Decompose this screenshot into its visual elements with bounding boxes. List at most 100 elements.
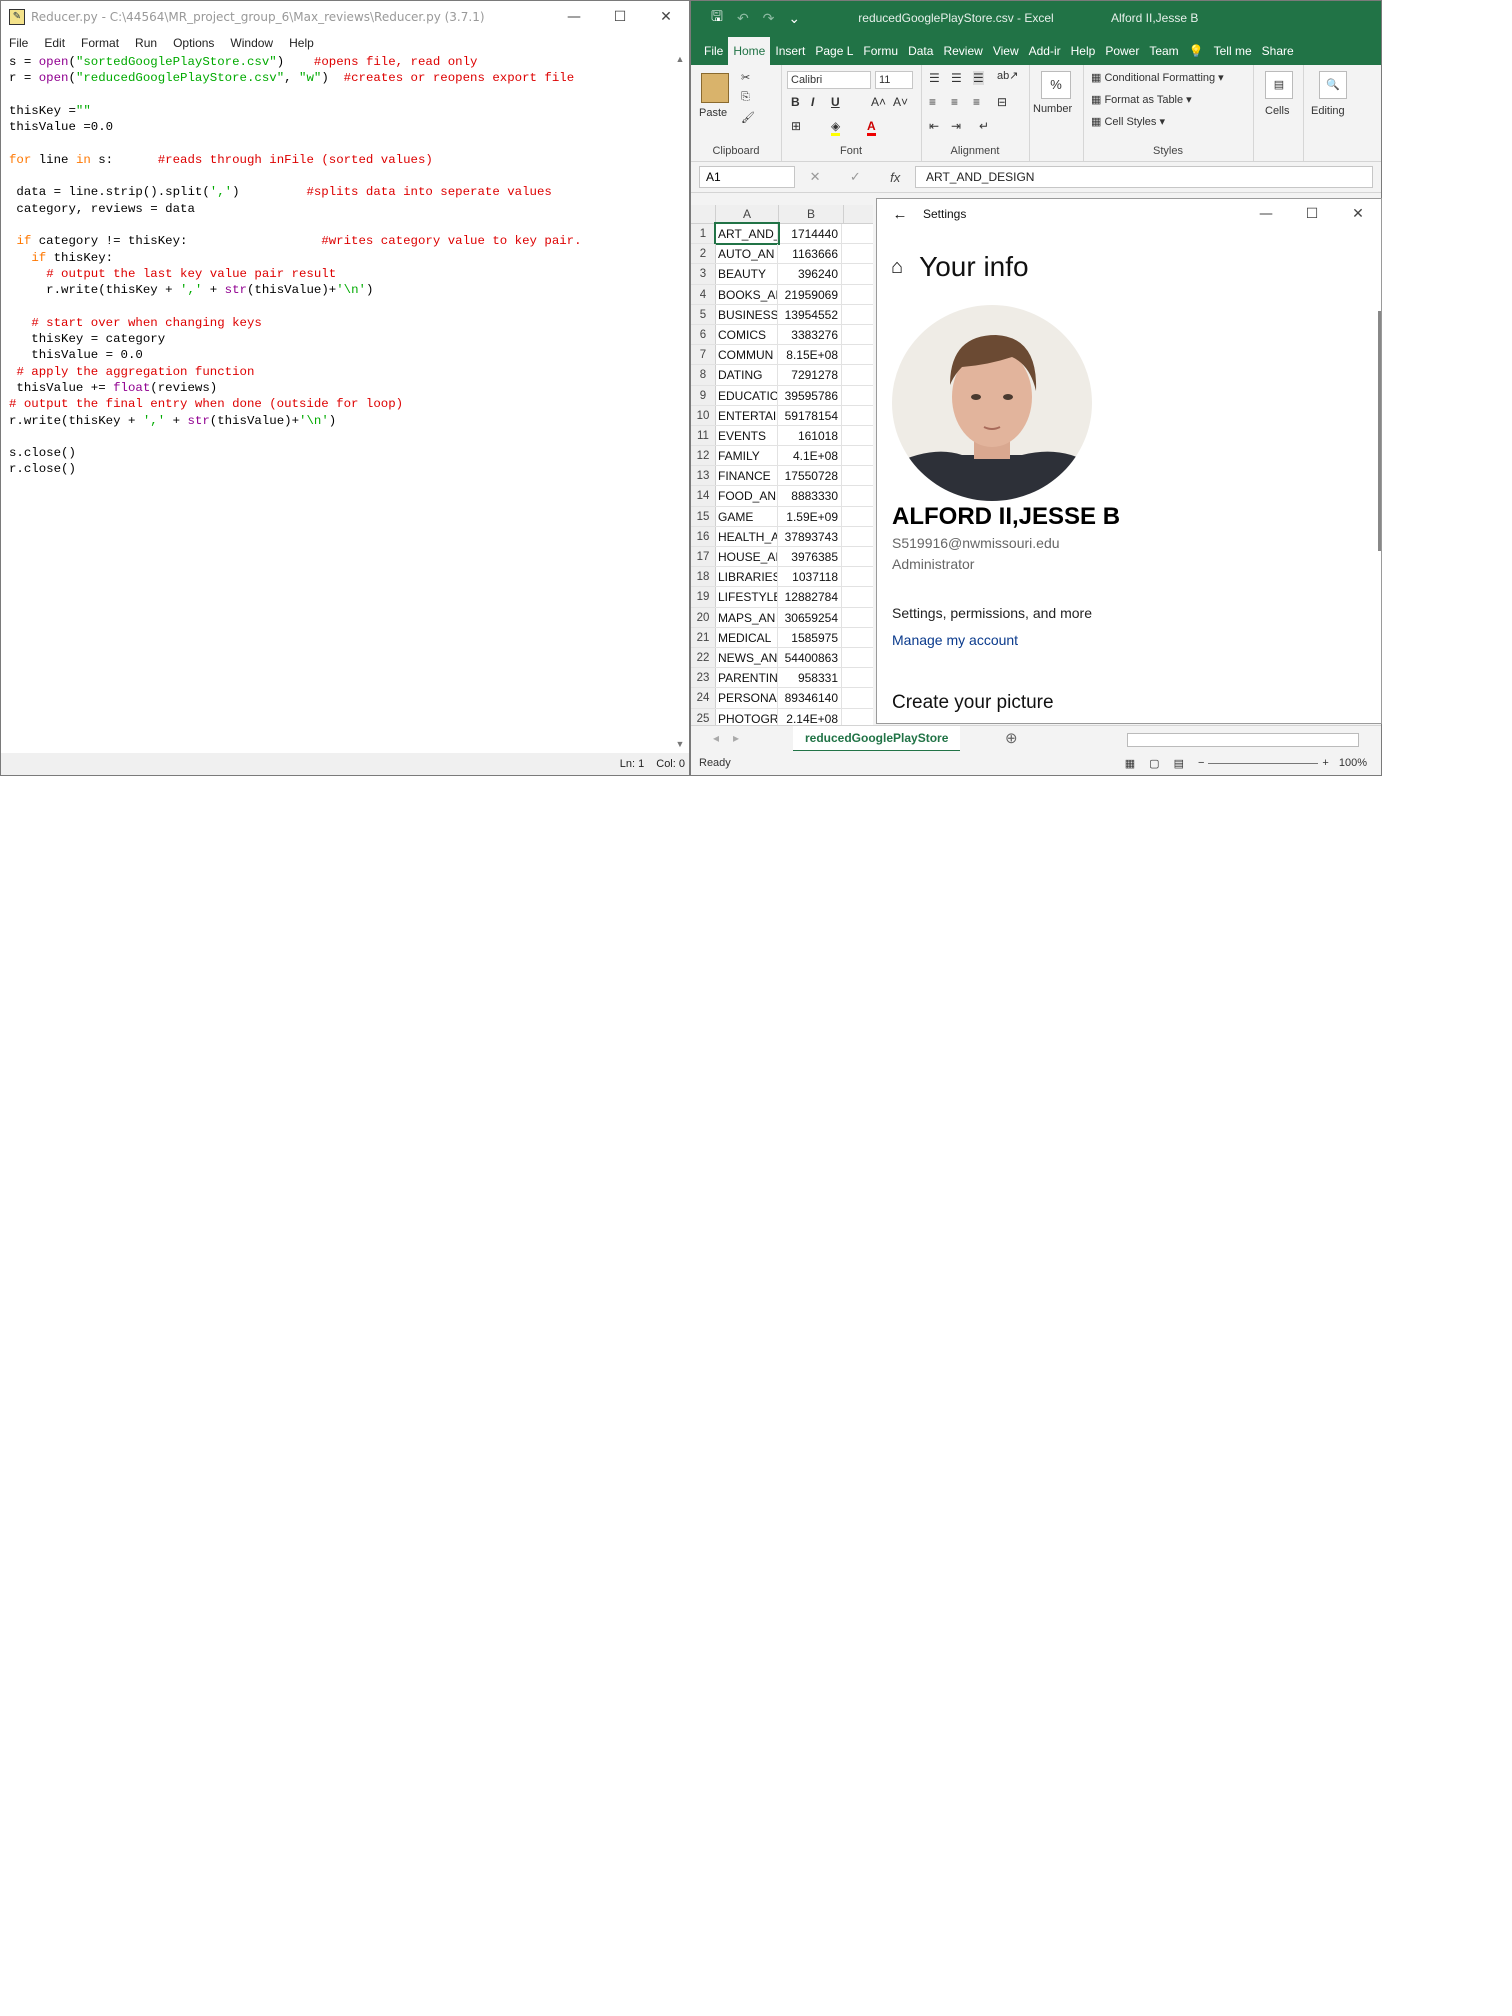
cell-reviews[interactable]: 3976385 [778, 547, 842, 567]
cell-reviews[interactable]: 8.15E+08 [778, 345, 842, 365]
manage-account-link[interactable]: Manage my account [892, 632, 1018, 648]
cell-reviews[interactable]: 396240 [778, 264, 842, 284]
cell-category[interactable]: BUSINESS [716, 304, 778, 324]
font-size-select[interactable]: 11 [875, 71, 913, 89]
zoom-in-icon[interactable]: + [1322, 757, 1328, 769]
cell-reviews[interactable]: 17550728 [778, 466, 842, 486]
undo-icon[interactable]: ↶ [737, 10, 749, 27]
menu-file[interactable]: File [9, 36, 28, 50]
settings-close-button[interactable]: ✕ [1335, 199, 1381, 230]
row-number[interactable]: 21 [691, 627, 716, 647]
close-button[interactable]: ✕ [643, 1, 689, 33]
code-editor[interactable]: s = open("sortedGooglePlayStore.csv") #o… [9, 54, 669, 753]
redo-icon[interactable]: ↷ [763, 10, 775, 27]
cell-category[interactable]: PERSONAI [716, 688, 778, 708]
cells-button[interactable]: Cells [1265, 105, 1289, 117]
enter-icon[interactable]: ✓ [850, 169, 861, 185]
cell-reviews[interactable]: 1714440 [778, 224, 842, 244]
formula-input[interactable]: ART_AND_DESIGN [915, 166, 1373, 188]
save-icon[interactable]: 🖫 [711, 6, 723, 30]
cell-reviews[interactable]: 1163666 [778, 244, 842, 264]
page-layout-view-icon[interactable]: ▢ [1149, 757, 1159, 770]
tab-power[interactable]: Power [1100, 44, 1144, 65]
normal-view-icon[interactable]: ▦ [1125, 757, 1135, 770]
cell-styles-button[interactable]: ▦ Cell Styles ▾ [1091, 115, 1165, 128]
page-break-view-icon[interactable]: ▤ [1174, 757, 1184, 770]
conditional-formatting-button[interactable]: ▦ Conditional Formatting ▾ [1091, 71, 1224, 84]
row-number[interactable]: 5 [691, 304, 716, 324]
column-header-a[interactable]: A [716, 205, 779, 223]
cell-reviews[interactable]: 54400863 [778, 647, 842, 668]
row-number[interactable]: 3 [691, 264, 716, 284]
scroll-up-icon[interactable]: ▲ [673, 54, 687, 68]
decrease-indent-icon[interactable]: ⇤ [929, 119, 939, 133]
row-number[interactable]: 23 [691, 668, 716, 688]
italic-icon[interactable]: I [811, 95, 814, 109]
settings-maximize-button[interactable]: ☐ [1289, 199, 1335, 230]
shrink-font-icon[interactable]: A˅ [893, 95, 908, 109]
tell-me-search[interactable]: Tell me [1209, 44, 1257, 65]
zoom-level[interactable]: 100% [1339, 757, 1367, 769]
row-number[interactable]: 6 [691, 324, 716, 345]
cell-reviews[interactable]: 4.1E+08 [778, 446, 842, 466]
cut-icon[interactable]: ✂ [741, 71, 750, 84]
row-number[interactable]: 13 [691, 466, 716, 486]
row-number[interactable]: 24 [691, 688, 716, 708]
tab-insert[interactable]: Insert [770, 44, 810, 65]
cell-category[interactable]: ART_AND_ [714, 221, 780, 246]
row-number[interactable]: 14 [691, 486, 716, 506]
row-number[interactable]: 10 [691, 405, 716, 425]
row-number[interactable]: 20 [691, 607, 716, 627]
cell-reviews[interactable]: 7291278 [778, 365, 842, 385]
maximize-button[interactable]: ☐ [597, 1, 643, 33]
cell-reviews[interactable]: 1585975 [778, 627, 842, 647]
align-center-icon[interactable]: ≡ [951, 95, 958, 109]
tab-view[interactable]: View [988, 44, 1024, 65]
cell-reviews[interactable]: 59178154 [778, 405, 842, 425]
row-number[interactable]: 4 [691, 284, 716, 304]
align-left-icon[interactable]: ≡ [929, 95, 936, 109]
signed-in-user[interactable]: Alford II,Jesse B [1111, 11, 1198, 25]
cell-category[interactable]: COMICS [716, 324, 778, 345]
menu-options[interactable]: Options [173, 36, 214, 50]
cell-category[interactable]: EDUCATIC [716, 385, 778, 405]
row-number[interactable]: 16 [691, 526, 716, 546]
cell-category[interactable]: EVENTS [716, 425, 778, 446]
excel-titlebar[interactable]: 🖫 ↶ ↷ ⌄ reducedGooglePlayStore.csv - Exc… [691, 1, 1381, 35]
row-number[interactable]: 18 [691, 567, 716, 587]
middle-align-icon[interactable]: ☰ [951, 71, 962, 85]
menu-run[interactable]: Run [135, 36, 157, 50]
zoom-slider[interactable] [1208, 762, 1319, 764]
menu-edit[interactable]: Edit [44, 36, 65, 50]
row-number[interactable]: 15 [691, 506, 716, 526]
top-align-icon[interactable]: ☰ [929, 71, 940, 85]
row-number[interactable]: 1 [691, 224, 716, 244]
tab-add-ins[interactable]: Add-ir [1024, 44, 1066, 65]
cell-reviews[interactable]: 161018 [778, 425, 842, 446]
cell-category[interactable]: ENTERTAII [716, 405, 778, 425]
tab-page-layout[interactable]: Page L [810, 44, 858, 65]
new-sheet-icon[interactable]: ⊕ [1005, 729, 1018, 747]
orientation-icon[interactable]: ab↗ [997, 69, 1018, 82]
menu-window[interactable]: Window [230, 36, 273, 50]
cell-category[interactable]: AUTO_AN [716, 244, 778, 264]
borders-icon[interactable]: ⊞ [791, 119, 801, 133]
cell-category[interactable]: GAME [716, 506, 778, 526]
cell-reviews[interactable]: 12882784 [778, 587, 842, 607]
tab-formulas[interactable]: Formu [858, 44, 903, 65]
bottom-align-icon[interactable]: ☰ [973, 71, 984, 85]
align-right-icon[interactable]: ≡ [973, 95, 980, 109]
row-number[interactable]: 2 [691, 244, 716, 264]
customize-qat-icon[interactable]: ⌄ [788, 10, 800, 27]
number-format-button[interactable]: Number [1033, 103, 1072, 115]
cell-category[interactable]: HOUSE_AI [716, 547, 778, 567]
tab-data[interactable]: Data [903, 44, 938, 65]
tab-help[interactable]: Help [1066, 44, 1101, 65]
vertical-scrollbar[interactable]: ▲ ▼ [673, 54, 687, 753]
row-number[interactable]: 12 [691, 446, 716, 466]
row-number[interactable]: 22 [691, 647, 716, 668]
idle-titlebar[interactable]: ✎ Reducer.py - C:\44564\MR_project_group… [1, 1, 689, 33]
cell-category[interactable]: PARENTIN [716, 668, 778, 688]
cell-reviews[interactable]: 958331 [778, 668, 842, 688]
paste-button[interactable]: Paste [699, 107, 727, 119]
